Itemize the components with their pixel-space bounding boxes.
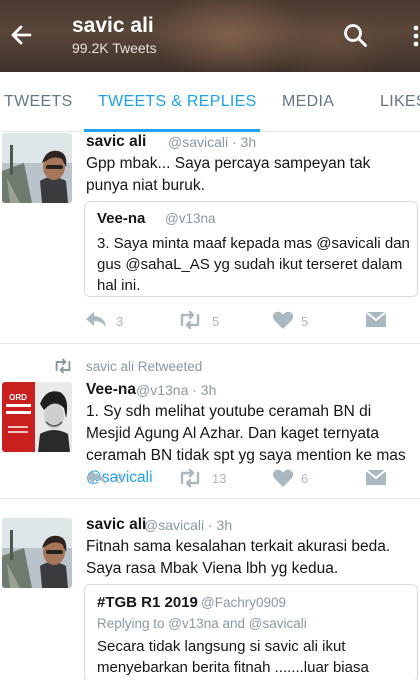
quoted-author-name: Vee-na <box>97 210 146 227</box>
avatar[interactable] <box>2 133 72 203</box>
tweet-author-name[interactable]: Vee-na <box>86 381 136 399</box>
direct-message-icon[interactable] <box>364 468 388 493</box>
profile-header-bar: savic ali 99.2K Tweets <box>0 0 420 72</box>
avatar[interactable]: ORD <box>2 382 72 452</box>
tweet-card[interactable]: savic ali @savicali · 3h Fitnah sama kes… <box>0 500 420 680</box>
quoted-tweet-text: 3. Saya minta maaf kepada mas @savicali … <box>97 235 410 294</box>
retweeted-by-label[interactable]: savic ali Retweeted <box>86 359 202 374</box>
more-options-icon[interactable] <box>404 22 420 50</box>
tweet-text: Fitnah sama kesalahan terkait akurasi be… <box>86 538 391 577</box>
tweet-author-handle: @v13na · 3h <box>136 382 217 398</box>
tweet-card[interactable]: savic ali Retweeted ORD Vee-na @v13na · … <box>0 345 420 499</box>
profile-tabs: TWEETS TWEETS & REPLIES MEDIA LIKES <box>0 72 420 132</box>
tweet-author-handle: @savicali · 3h <box>168 134 257 150</box>
tab-tweets[interactable]: TWEETS <box>4 93 72 111</box>
tweet-author-name[interactable]: savic ali <box>86 133 146 151</box>
retweet-count: 5 <box>212 314 220 329</box>
tab-likes[interactable]: LIKES <box>380 93 420 111</box>
active-tab-indicator <box>84 129 260 132</box>
quoted-tweet[interactable]: #TGB R1 2019 @Fachry0909 Replying to @v1… <box>84 584 418 680</box>
quoted-author-handle: @Fachry0909 <box>201 595 286 610</box>
quoted-tweet[interactable]: Vee-na @v13na 3. Saya minta maaf kepada … <box>84 201 418 297</box>
tweet-author-name[interactable]: savic ali <box>86 516 146 534</box>
direct-message-icon[interactable] <box>364 310 388 335</box>
reply-count: 3 <box>116 314 124 329</box>
header-banner-blur <box>260 10 400 72</box>
retweet-count: 13 <box>212 471 227 486</box>
tweet-card[interactable]: savic ali @savicali · 3h Gpp mbak... Say… <box>0 133 420 344</box>
tweet-author-handle: @savicali · 3h <box>144 517 233 533</box>
profile-title: savic ali <box>72 14 154 37</box>
retweet-icon[interactable] <box>177 310 203 335</box>
quoted-tweet-text: Secara tidak langsung si savic ali ikut … <box>97 638 369 676</box>
tab-tweets-replies[interactable]: TWEETS & REPLIES <box>98 93 257 111</box>
replying-to-label: Replying to @v13na and @savicali <box>97 616 307 631</box>
reply-count: 8 <box>116 471 124 486</box>
search-icon[interactable] <box>340 20 372 52</box>
reply-icon[interactable] <box>84 309 108 334</box>
like-heart-icon[interactable] <box>272 468 294 493</box>
back-arrow-icon[interactable] <box>4 17 40 53</box>
quoted-author-name: #TGB R1 2019 <box>97 594 198 611</box>
like-heart-icon[interactable] <box>272 310 294 335</box>
reply-icon[interactable] <box>84 467 108 492</box>
quoted-author-handle: @v13na <box>165 211 216 226</box>
retweet-icon[interactable] <box>177 468 203 493</box>
tweet-text: Gpp mbak... Saya percaya sampeyan tak pu… <box>86 155 371 194</box>
avatar[interactable] <box>2 518 72 588</box>
like-count: 5 <box>301 314 309 329</box>
tweet-count: 99.2K Tweets <box>72 40 157 56</box>
like-count: 6 <box>301 471 309 486</box>
tweet-text-content: 1. Sy sdh melihat youtube ceramah BN di … <box>86 403 406 464</box>
svg-text:ORD: ORD <box>9 393 27 402</box>
retweeted-indicator-icon <box>52 358 74 379</box>
tab-media[interactable]: MEDIA <box>282 93 334 111</box>
